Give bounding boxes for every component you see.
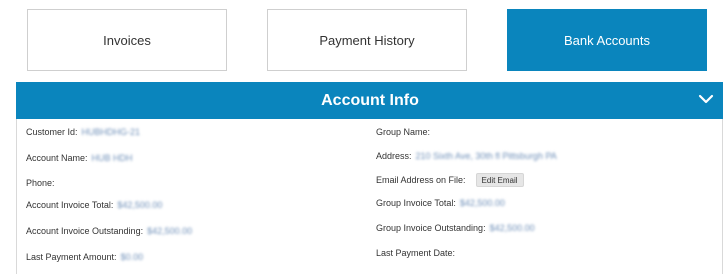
phone-label: Phone: — [26, 178, 55, 188]
tab-bank-accounts[interactable]: Bank Accounts — [507, 9, 707, 71]
last-payment-amount-field: Last Payment Amount: $0.00 — [26, 250, 143, 264]
address-value: 210 Sixth Ave, 30th fl Pittsburgh PA — [415, 151, 557, 161]
edit-email-button[interactable]: Edit Email — [475, 173, 524, 187]
account-invoice-outstanding-value: $42,500.00 — [147, 226, 193, 236]
group-invoice-outstanding-label: Group Invoice Outstanding: — [376, 223, 486, 233]
tab-bar: Invoices Payment History Bank Accounts — [0, 0, 723, 80]
group-invoice-outstanding-field: Group Invoice Outstanding: $42,500.00 — [376, 221, 535, 235]
group-name-label: Group Name: — [376, 127, 431, 137]
account-invoice-total-label: Account Invoice Total: — [26, 200, 114, 210]
account-info-header[interactable]: Account Info — [16, 82, 723, 119]
customer-id-field: Customer Id: HUBHDHG-21 — [26, 125, 140, 139]
address-label: Address: — [376, 151, 412, 161]
account-name-label: Account Name: — [26, 153, 88, 163]
chevron-down-icon[interactable] — [698, 91, 714, 107]
customer-id-value: HUBHDHG-21 — [81, 127, 141, 137]
group-invoice-total-label: Group Invoice Total: — [376, 198, 456, 208]
last-payment-amount-label: Last Payment Amount: — [26, 252, 117, 262]
group-invoice-outstanding-value: $42,500.00 — [489, 223, 535, 233]
last-payment-date-label: Last Payment Date: — [376, 248, 456, 258]
tab-invoices[interactable]: Invoices — [27, 9, 227, 71]
customer-id-label: Customer Id: — [26, 127, 78, 137]
email-address-field: Email Address on File: Edit Email — [376, 173, 524, 187]
account-invoice-total-field: Account Invoice Total: $42,500.00 — [26, 198, 162, 212]
address-field: Address: 210 Sixth Ave, 30th fl Pittsbur… — [376, 149, 557, 163]
account-invoice-outstanding-label: Account Invoice Outstanding: — [26, 226, 144, 236]
panel-title: Account Info — [321, 91, 419, 109]
last-payment-date-field: Last Payment Date: — [376, 246, 459, 260]
email-address-label: Email Address on File: — [376, 175, 466, 185]
group-invoice-total-field: Group Invoice Total: $42,500.00 — [376, 196, 505, 210]
group-name-field: Group Name: — [376, 125, 434, 139]
tab-payment-history[interactable]: Payment History — [267, 9, 467, 71]
last-payment-amount-value: $0.00 — [120, 252, 144, 262]
account-invoice-total-value: $42,500.00 — [117, 200, 163, 210]
account-info-panel: Account Info Customer Id: HUBHDHG-21 Acc… — [16, 82, 723, 274]
phone-field: Phone: — [26, 176, 59, 190]
group-invoice-total-value: $42,500.00 — [459, 198, 505, 208]
account-name-value: HUB HDH — [91, 153, 133, 163]
account-name-field: Account Name: HUB HDH — [26, 151, 133, 165]
account-invoice-outstanding-field: Account Invoice Outstanding: $42,500.00 — [26, 224, 192, 238]
